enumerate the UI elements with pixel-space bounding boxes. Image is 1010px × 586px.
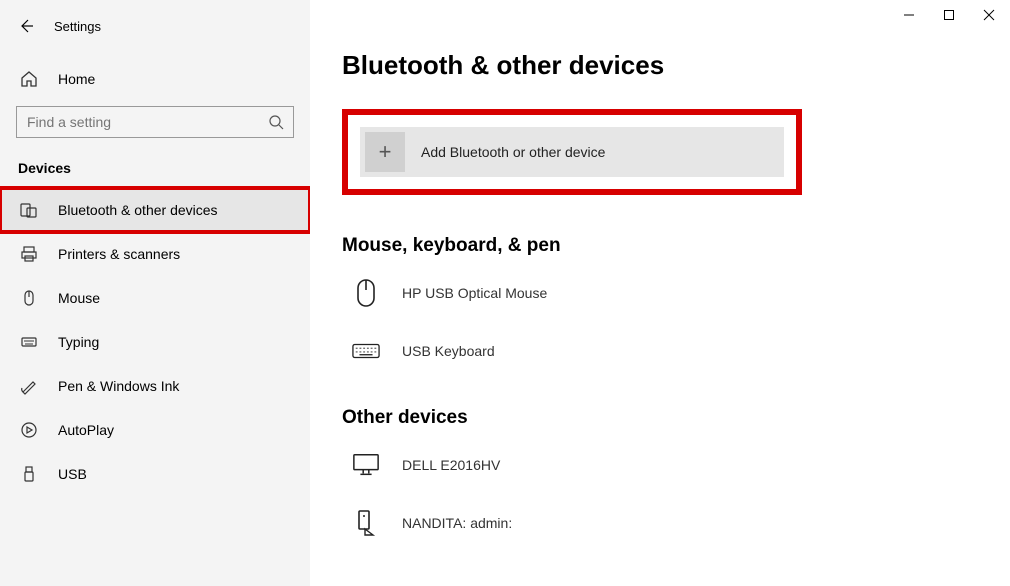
sidebar-item-label: AutoPlay — [58, 422, 114, 438]
monitor-icon — [352, 451, 380, 479]
close-icon[interactable] — [982, 8, 996, 22]
sidebar-item-label: Typing — [58, 334, 99, 350]
pen-icon — [20, 377, 38, 395]
device-label: USB Keyboard — [402, 343, 495, 359]
keyboard-device-icon — [352, 337, 380, 365]
sidebar-item-label: Bluetooth & other devices — [58, 202, 218, 218]
minimize-icon[interactable] — [902, 8, 916, 22]
maximize-icon[interactable] — [942, 8, 956, 22]
device-hp-mouse[interactable]: HP USB Optical Mouse — [342, 271, 978, 329]
printer-icon — [20, 245, 38, 263]
section-title: Other devices — [342, 407, 978, 429]
add-device-highlight: + Add Bluetooth or other device — [342, 109, 802, 195]
sidebar: Settings Home Devices Bluetooth & oth — [0, 0, 310, 586]
add-device-label: Add Bluetooth or other device — [421, 144, 605, 160]
autoplay-icon — [20, 421, 38, 439]
sidebar-item-label: Pen & Windows Ink — [58, 378, 179, 394]
sidebar-item-autoplay[interactable]: AutoPlay — [0, 408, 310, 452]
section-other-devices: Other devices DELL E2016HV NANDITA: admi… — [342, 407, 978, 559]
sidebar-item-label: USB — [58, 466, 87, 482]
device-label: NANDITA: admin: — [402, 515, 512, 531]
window-controls — [902, 8, 996, 22]
plus-icon: + — [365, 132, 405, 172]
keyboard-icon — [20, 333, 38, 351]
bluetooth-devices-icon — [20, 201, 38, 219]
section-title: Mouse, keyboard, & pen — [342, 235, 978, 257]
category-label: Devices — [0, 138, 310, 188]
add-device-button[interactable]: + Add Bluetooth or other device — [360, 127, 784, 177]
sidebar-item-pen[interactable]: Pen & Windows Ink — [0, 364, 310, 408]
device-dell-monitor[interactable]: DELL E2016HV — [342, 443, 978, 501]
page-title: Bluetooth & other devices — [342, 50, 978, 81]
usb-icon — [20, 465, 38, 483]
sidebar-item-usb[interactable]: USB — [0, 452, 310, 496]
mouse-icon — [20, 289, 38, 307]
sidebar-item-printers[interactable]: Printers & scanners — [0, 232, 310, 276]
home-icon — [20, 70, 38, 88]
nav-home[interactable]: Home — [0, 60, 310, 100]
media-device-icon — [352, 509, 380, 537]
nav-list: Bluetooth & other devices Printers & sca… — [0, 188, 310, 496]
sidebar-item-mouse[interactable]: Mouse — [0, 276, 310, 320]
device-label: DELL E2016HV — [402, 457, 500, 473]
sidebar-item-bluetooth[interactable]: Bluetooth & other devices — [0, 188, 310, 232]
back-icon[interactable] — [18, 18, 34, 34]
titlebar-left: Settings — [0, 14, 310, 38]
sidebar-item-label: Printers & scanners — [58, 246, 180, 262]
device-usb-keyboard[interactable]: USB Keyboard — [342, 329, 978, 387]
content: Bluetooth & other devices + Add Bluetoot… — [310, 0, 1010, 586]
device-nandita-admin[interactable]: NANDITA: admin: — [342, 501, 978, 559]
search-icon — [268, 114, 284, 130]
home-label: Home — [58, 71, 95, 87]
device-label: HP USB Optical Mouse — [402, 285, 547, 301]
search-input[interactable] — [16, 106, 294, 138]
sidebar-item-typing[interactable]: Typing — [0, 320, 310, 364]
mouse-device-icon — [352, 279, 380, 307]
window-title: Settings — [54, 19, 101, 34]
section-mouse-keyboard-pen: Mouse, keyboard, & pen HP USB Optical Mo… — [342, 235, 978, 387]
sidebar-item-label: Mouse — [58, 290, 100, 306]
